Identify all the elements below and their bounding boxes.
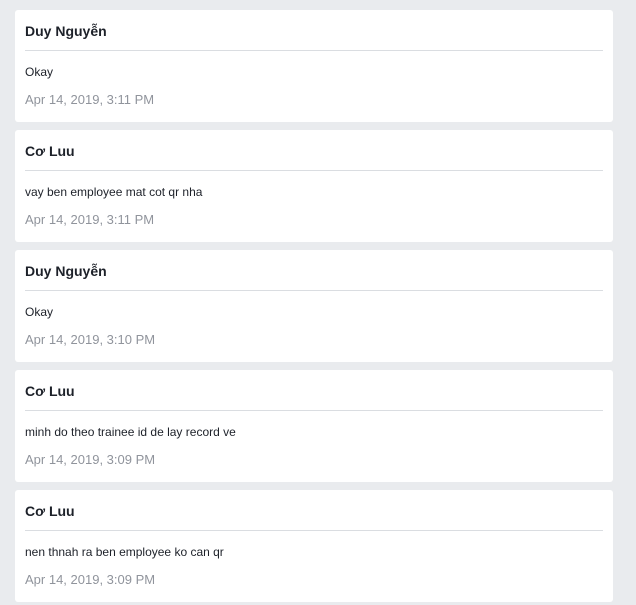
comment-card: Cơ Luu nen thnah ra ben employee ko can … — [15, 490, 613, 602]
comment-timestamp: Apr 14, 2019, 3:10 PM — [25, 332, 156, 347]
comment-divider — [25, 170, 603, 171]
comment-card: Duy Nguyễn Okay Apr 14, 2019, 3:10 PM — [15, 250, 613, 362]
comment-timestamp: Apr 14, 2019, 3:09 PM — [25, 452, 156, 467]
comment-card: Duy Nguyễn Okay Apr 14, 2019, 3:11 PM — [15, 10, 613, 122]
comment-divider — [25, 530, 603, 531]
comment-author[interactable]: Cơ Luu — [25, 382, 75, 400]
comment-author[interactable]: Cơ Luu — [25, 142, 75, 160]
comment-divider — [25, 410, 603, 411]
comment-author[interactable]: Cơ Luu — [25, 502, 75, 520]
comment-divider — [25, 50, 603, 51]
comment-message: minh do theo trainee id de lay record ve — [25, 425, 236, 439]
comment-message: Okay — [25, 65, 54, 79]
comment-divider — [25, 290, 603, 291]
comment-message: nen thnah ra ben employee ko can qr — [25, 545, 224, 559]
comment-message: vay ben employee mat cot qr nha — [25, 185, 203, 199]
comment-timestamp: Apr 14, 2019, 3:09 PM — [25, 572, 156, 587]
comment-author[interactable]: Duy Nguyễn — [25, 22, 107, 40]
comment-author[interactable]: Duy Nguyễn — [25, 262, 107, 280]
comment-timestamp: Apr 14, 2019, 3:11 PM — [25, 212, 155, 227]
comment-message: Okay — [25, 305, 54, 319]
comment-card: Cơ Luu minh do theo trainee id de lay re… — [15, 370, 613, 482]
comment-card: Cơ Luu vay ben employee mat cot qr nha A… — [15, 130, 613, 242]
comment-timestamp: Apr 14, 2019, 3:11 PM — [25, 92, 155, 107]
